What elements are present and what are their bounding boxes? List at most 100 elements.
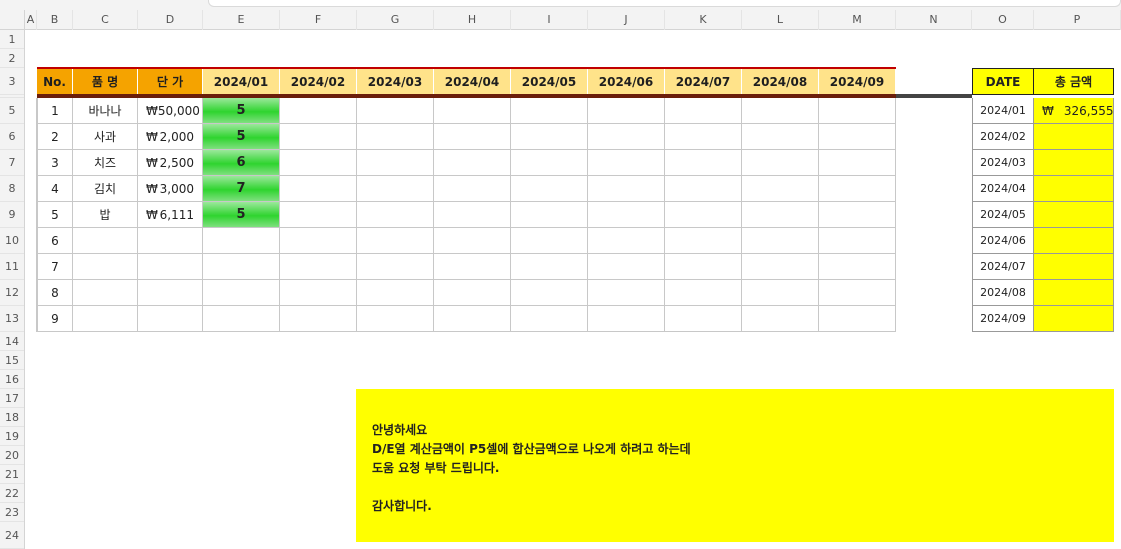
cell-qty[interactable] (742, 98, 819, 124)
header-month[interactable]: 2024/04 (434, 68, 511, 95)
row-header[interactable]: 9 (0, 202, 24, 228)
cell-item[interactable]: 밥 (73, 202, 138, 228)
cell-qty[interactable] (742, 176, 819, 202)
header-month[interactable]: 2024/05 (511, 68, 588, 95)
row-header[interactable]: 11 (0, 254, 24, 280)
cell-qty[interactable] (203, 254, 280, 280)
cell-qty[interactable] (665, 202, 742, 228)
cell-qty[interactable] (511, 280, 588, 306)
column-header[interactable]: P (1034, 10, 1121, 30)
cell-no[interactable]: 4 (37, 176, 73, 202)
cell-item[interactable] (73, 306, 138, 332)
row-header[interactable]: 8 (0, 176, 24, 202)
cell-price[interactable] (138, 228, 203, 254)
column-header[interactable]: N (896, 10, 972, 30)
cell-qty[interactable] (357, 124, 434, 150)
cell-item[interactable] (73, 280, 138, 306)
cell-no[interactable]: 8 (37, 280, 73, 306)
header-month[interactable]: 2024/02 (280, 68, 357, 95)
summary-total[interactable] (1034, 176, 1114, 202)
cell-qty[interactable] (819, 228, 896, 254)
column-header[interactable]: C (73, 10, 138, 30)
summary-total[interactable] (1034, 150, 1114, 176)
cell-qty[interactable] (203, 228, 280, 254)
cell-qty[interactable] (819, 176, 896, 202)
cell-qty[interactable] (280, 228, 357, 254)
cell-qty[interactable] (588, 150, 665, 176)
cell-qty[interactable] (280, 98, 357, 124)
cell-qty[interactable] (511, 124, 588, 150)
cell-qty[interactable] (665, 98, 742, 124)
row-header[interactable]: 17 (0, 389, 24, 408)
cell-qty[interactable] (357, 228, 434, 254)
cell-qty[interactable]: 5 (203, 202, 280, 228)
cell-qty[interactable]: 6 (203, 150, 280, 176)
cell-no[interactable]: 3 (37, 150, 73, 176)
column-header[interactable]: I (511, 10, 588, 30)
cell-no[interactable]: 2 (37, 124, 73, 150)
cell-item[interactable]: 치즈 (73, 150, 138, 176)
header-no[interactable]: No. (37, 68, 73, 95)
cell-price[interactable] (138, 280, 203, 306)
summary-date[interactable]: 2024/08 (972, 280, 1034, 306)
cell-no[interactable]: 9 (37, 306, 73, 332)
cell-qty[interactable] (434, 150, 511, 176)
cell-qty[interactable] (819, 306, 896, 332)
row-header[interactable]: 13 (0, 306, 24, 332)
row-header[interactable]: 22 (0, 484, 24, 503)
row-header[interactable]: 2 (0, 49, 24, 68)
cell-qty[interactable] (742, 280, 819, 306)
header-item[interactable]: 품 명 (73, 68, 138, 95)
cell-qty[interactable] (665, 124, 742, 150)
cell-qty[interactable] (511, 202, 588, 228)
cell-price[interactable] (138, 254, 203, 280)
cell-item[interactable]: 사과 (73, 124, 138, 150)
summary-total[interactable] (1034, 280, 1114, 306)
cell-qty[interactable] (357, 176, 434, 202)
cell-qty[interactable] (280, 176, 357, 202)
column-header[interactable]: A (25, 10, 37, 30)
column-header[interactable]: L (742, 10, 819, 30)
cell-price[interactable]: ₩2,000 (138, 124, 203, 150)
cell-qty[interactable] (819, 254, 896, 280)
summary-total[interactable] (1034, 306, 1114, 332)
row-header[interactable]: 14 (0, 332, 24, 351)
column-header[interactable]: G (357, 10, 434, 30)
cell-qty[interactable] (434, 254, 511, 280)
summary-header-date[interactable]: DATE (972, 68, 1034, 95)
cell-qty[interactable] (588, 228, 665, 254)
summary-date[interactable]: 2024/05 (972, 202, 1034, 228)
cell-item[interactable]: 바나나 (73, 98, 138, 124)
cell-qty[interactable] (280, 254, 357, 280)
cell-qty[interactable] (588, 254, 665, 280)
column-header[interactable]: O (972, 10, 1034, 30)
row-header[interactable]: 3 (0, 68, 24, 95)
cell-qty[interactable] (588, 98, 665, 124)
summary-date[interactable]: 2024/03 (972, 150, 1034, 176)
note-box[interactable]: 안녕하세요 D/E열 계산금액이 P5셀에 합산금액으로 나오게 하려고 하는데… (356, 389, 1114, 542)
cell-qty[interactable] (742, 202, 819, 228)
cell-qty[interactable] (588, 202, 665, 228)
column-header[interactable]: H (434, 10, 511, 30)
cell-price[interactable]: ₩3,000 (138, 176, 203, 202)
column-header[interactable]: K (665, 10, 742, 30)
cell-qty[interactable] (511, 98, 588, 124)
cell-qty[interactable] (357, 306, 434, 332)
row-header[interactable]: 15 (0, 351, 24, 370)
row-header[interactable]: 16 (0, 370, 24, 389)
cell-qty[interactable] (434, 202, 511, 228)
cell-qty[interactable] (665, 176, 742, 202)
header-month[interactable]: 2024/01 (203, 68, 280, 95)
cell-qty[interactable] (357, 254, 434, 280)
cell-qty[interactable] (511, 306, 588, 332)
row-header[interactable]: 12 (0, 280, 24, 306)
row-header[interactable]: 1 (0, 30, 24, 49)
summary-date[interactable]: 2024/09 (972, 306, 1034, 332)
cell-qty[interactable] (742, 228, 819, 254)
cell-qty[interactable] (434, 228, 511, 254)
summary-total[interactable]: ₩326,555 (1034, 98, 1114, 124)
cell-qty[interactable] (203, 280, 280, 306)
cell-item[interactable] (73, 254, 138, 280)
cell-qty[interactable] (511, 176, 588, 202)
cell-no[interactable]: 1 (37, 98, 73, 124)
